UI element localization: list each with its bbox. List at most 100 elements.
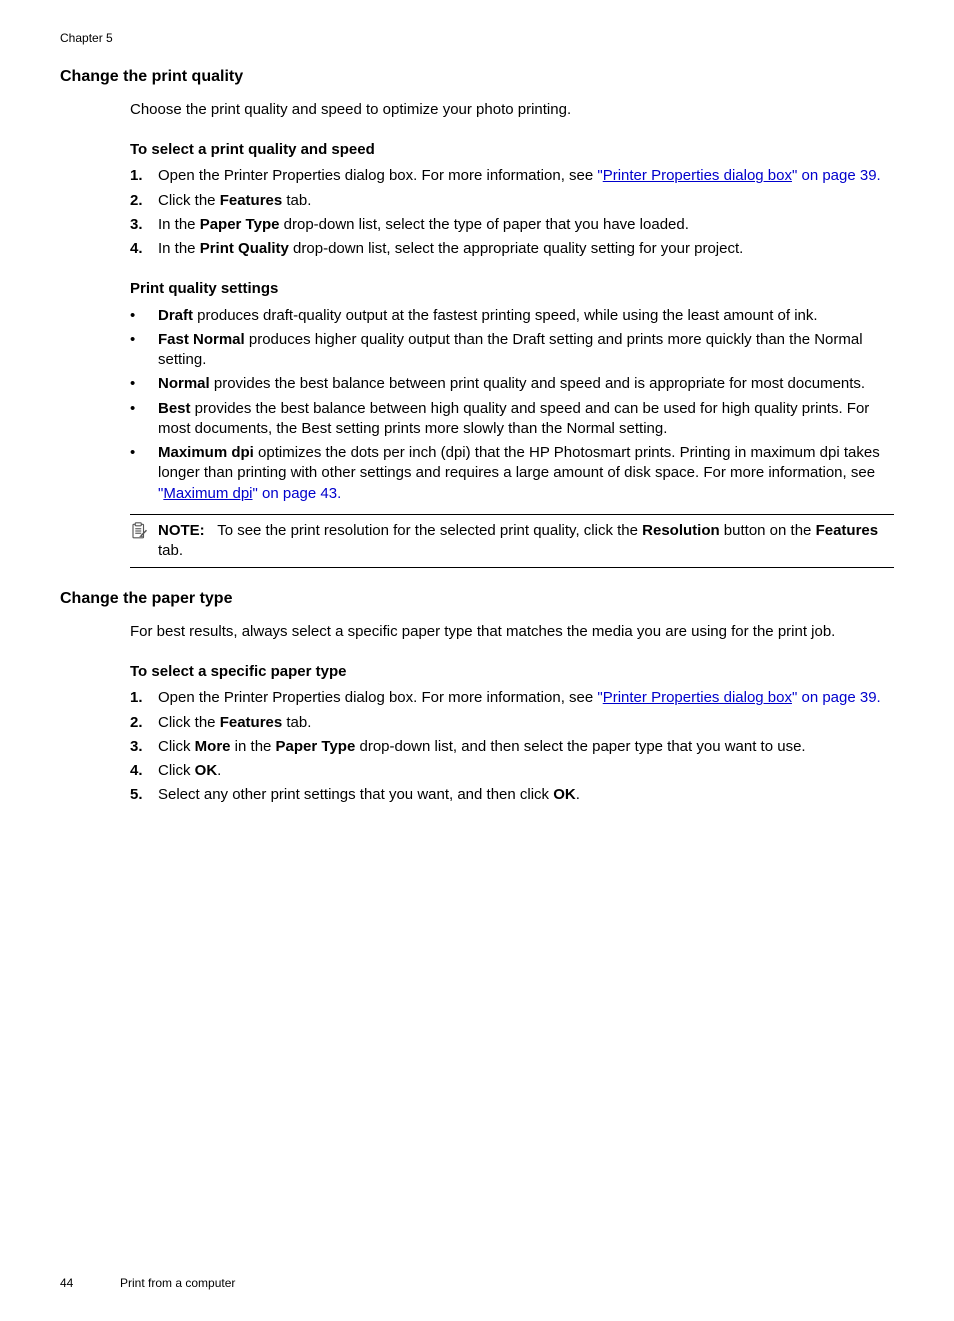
bullet-content: Draft produces draft-quality output at t… <box>158 306 894 326</box>
bullet-content: Maximum dpi optimizes the dots per inch … <box>158 443 894 504</box>
section2-intro: For best results, always select a specif… <box>130 622 894 642</box>
text: drop-down list, select the appropriate q… <box>289 240 743 257</box>
step-item: 2. Click the Features tab. <box>130 713 894 733</box>
text: Open the Printer Properties dialog box. … <box>158 167 597 184</box>
bold: Paper Type <box>276 738 356 755</box>
text: Click the <box>158 714 220 731</box>
bold: Features <box>220 714 283 731</box>
text: In the <box>158 240 200 257</box>
sub-heading-select-quality: To select a print quality and speed <box>130 140 894 160</box>
step-item: 1. Open the Printer Properties dialog bo… <box>130 166 894 186</box>
bullet: • <box>130 443 158 504</box>
step-content: Click OK. <box>158 761 894 781</box>
step-content: Click More in the Paper Type drop-down l… <box>158 737 894 757</box>
step-content: Click the Features tab. <box>158 191 894 211</box>
step-item: 3. Click More in the Paper Type drop-dow… <box>130 737 894 757</box>
sub-heading-quality-settings: Print quality settings <box>130 279 894 299</box>
text: . <box>576 786 580 803</box>
page-footer: 44 Print from a computer <box>60 1275 235 1291</box>
bold: OK <box>553 786 576 803</box>
step-item: 2. Click the Features tab. <box>130 191 894 211</box>
text: tab. <box>158 542 183 559</box>
step-content: In the Print Quality drop-down list, sel… <box>158 239 894 259</box>
bullet-item: • Normal provides the best balance betwe… <box>130 374 894 394</box>
step-item: 3. In the Paper Type drop-down list, sel… <box>130 215 894 235</box>
step-number: 1. <box>130 688 158 708</box>
text: optimizes the dots per inch (dpi) that t… <box>158 444 880 481</box>
link-printer-properties[interactable]: Printer Properties dialog box <box>603 167 792 184</box>
bullet-content: Best provides the best balance between h… <box>158 399 894 440</box>
text: provides the best balance between high q… <box>158 400 869 437</box>
step-number: 2. <box>130 713 158 733</box>
bold: Normal <box>158 375 210 392</box>
step-number: 3. <box>130 737 158 757</box>
bullet: • <box>130 330 158 371</box>
bold: Resolution <box>642 522 720 539</box>
note-block: NOTE: To see the print resolution for th… <box>130 514 894 569</box>
note-content: NOTE: To see the print resolution for th… <box>158 521 894 562</box>
link-printer-properties[interactable]: Printer Properties dialog box <box>603 689 792 706</box>
step-item: 4. In the Print Quality drop-down list, … <box>130 239 894 259</box>
step-content: Open the Printer Properties dialog box. … <box>158 688 894 708</box>
bold: OK <box>195 762 218 779</box>
step-number: 2. <box>130 191 158 211</box>
step-number: 4. <box>130 239 158 259</box>
text: Open the Printer Properties dialog box. … <box>158 689 597 706</box>
link-suffix: on page 39. <box>797 167 880 184</box>
step-number: 4. <box>130 761 158 781</box>
text: drop-down list, select the type of paper… <box>279 216 688 233</box>
bold: Print Quality <box>200 240 289 257</box>
bullet: • <box>130 374 158 394</box>
step-content: Click the Features tab. <box>158 713 894 733</box>
bullet-item: • Fast Normal produces higher quality ou… <box>130 330 894 371</box>
bold: More <box>195 738 231 755</box>
bullet-item: • Best provides the best balance between… <box>130 399 894 440</box>
section1-intro: Choose the print quality and speed to op… <box>130 100 894 120</box>
text: provides the best balance between print … <box>210 375 865 392</box>
bold: Draft <box>158 307 193 324</box>
bullet-item: • Maximum dpi optimizes the dots per inc… <box>130 443 894 504</box>
step-item: 4. Click OK. <box>130 761 894 781</box>
bold: Fast Normal <box>158 331 245 348</box>
bold: Paper Type <box>200 216 280 233</box>
text: produces higher quality output than the … <box>158 331 863 368</box>
text: Click <box>158 738 195 755</box>
bold: Best <box>158 400 191 417</box>
link-suffix: on page 43. <box>258 485 341 502</box>
bullet: • <box>130 399 158 440</box>
text: Click the <box>158 192 220 209</box>
note-icon <box>130 521 158 562</box>
step-content: In the Paper Type drop-down list, select… <box>158 215 894 235</box>
step-item: 5. Select any other print settings that … <box>130 785 894 805</box>
text: drop-down list, and then select the pape… <box>355 738 805 755</box>
footer-title: Print from a computer <box>120 1275 235 1291</box>
text: To see the print resolution for the sele… <box>217 522 642 539</box>
sub-heading-select-paper: To select a specific paper type <box>130 662 894 682</box>
bullet-content: Fast Normal produces higher quality outp… <box>158 330 894 371</box>
bullet: • <box>130 306 158 326</box>
chapter-label: Chapter 5 <box>60 30 894 46</box>
section-heading-print-quality: Change the print quality <box>60 66 894 88</box>
text: . <box>217 762 221 779</box>
text: button on the <box>720 522 816 539</box>
section-heading-paper-type: Change the paper type <box>60 588 894 610</box>
text: Click <box>158 762 195 779</box>
bold: Maximum dpi <box>158 444 254 461</box>
bullet-item: • Draft produces draft-quality output at… <box>130 306 894 326</box>
step-content: Select any other print settings that you… <box>158 785 894 805</box>
step-number: 5. <box>130 785 158 805</box>
text: produces draft-quality output at the fas… <box>193 307 818 324</box>
page-number: 44 <box>60 1275 90 1291</box>
text: In the <box>158 216 200 233</box>
note-label: NOTE: <box>158 522 205 539</box>
bold: Features <box>816 522 879 539</box>
link-maximum-dpi[interactable]: Maximum dpi <box>163 485 252 502</box>
link-suffix: on page 39. <box>797 689 880 706</box>
bullet-content: Normal provides the best balance between… <box>158 374 894 394</box>
step-item: 1. Open the Printer Properties dialog bo… <box>130 688 894 708</box>
text: tab. <box>282 714 311 731</box>
step-number: 3. <box>130 215 158 235</box>
text: in the <box>231 738 276 755</box>
bold: Features <box>220 192 283 209</box>
text: Select any other print settings that you… <box>158 786 553 803</box>
